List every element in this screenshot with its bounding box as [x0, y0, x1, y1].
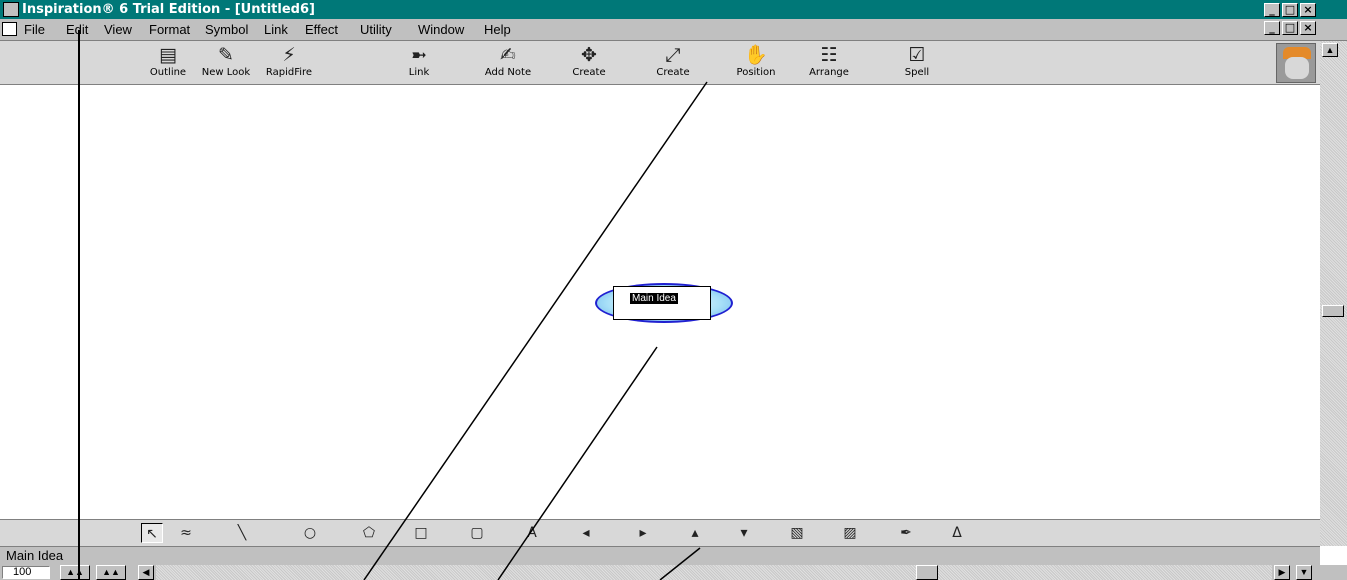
create-button[interactable]: ✥ Create — [557, 43, 621, 85]
add-down-icon[interactable]: ▾ — [733, 523, 755, 543]
effect-brush-icon[interactable]: ✒ — [895, 523, 917, 543]
status-bar: Main Idea — [0, 546, 1320, 565]
outline-icon: ▤ — [159, 44, 177, 66]
outline-button[interactable]: ▤ Outline — [136, 43, 200, 85]
oval-tool-icon[interactable]: ○ — [299, 523, 321, 543]
vertical-scroll-thumb[interactable] — [1322, 305, 1344, 317]
doc-close-button[interactable]: × — [1300, 21, 1316, 35]
rapidfire-icon: ⚡ — [282, 44, 296, 66]
link-icon: ➼ — [411, 44, 427, 66]
menu-format[interactable]: Format — [149, 22, 190, 37]
status-text: Main Idea — [6, 548, 64, 563]
position-button[interactable]: ✋ Position — [724, 43, 788, 85]
zoom-out-icon[interactable]: ▲▲ — [60, 565, 90, 580]
doc-minimize-button[interactable]: _ — [1264, 21, 1280, 35]
scroll-menu-icon[interactable]: ▼ — [1296, 565, 1312, 580]
position-hand-icon: ✋ — [744, 44, 768, 66]
document-controls: _ □ × — [1264, 21, 1316, 35]
horizontal-scroll-thumb[interactable] — [916, 565, 938, 580]
zoom-in-icon[interactable]: ▲▲ — [96, 565, 126, 580]
document-icon[interactable] — [2, 22, 17, 36]
scroll-up-icon[interactable]: ▲ — [1322, 43, 1338, 57]
main-toolbar: ▤ Outline ✎ New Look ⚡ RapidFire ➼ Link … — [0, 41, 1320, 85]
add-up-icon[interactable]: ▴ — [684, 523, 706, 543]
line-tool-icon[interactable]: ╲ — [231, 523, 253, 543]
mascot-face — [1285, 57, 1309, 79]
create-expand-icon: ⤢ — [665, 44, 681, 66]
window-title: Inspiration® 6 Trial Edition - [Untitled… — [22, 2, 315, 17]
zoom-field[interactable]: 100 — [2, 566, 50, 579]
menu-window[interactable]: Window — [418, 22, 464, 37]
add-note-icon: ✍ — [500, 44, 516, 66]
scroll-right-icon[interactable]: ▶ — [1274, 565, 1290, 580]
create-move-icon: ✥ — [581, 44, 597, 66]
menu-bar: File Edit View Format Symbol Link Effect… — [0, 19, 1347, 41]
menu-help[interactable]: Help — [484, 22, 511, 37]
menu-file[interactable]: File — [24, 22, 45, 37]
arrange-icon: ☷ — [820, 44, 838, 66]
maximize-button[interactable]: □ — [1282, 3, 1298, 17]
text-tool-icon[interactable]: A — [521, 523, 543, 543]
menu-effect[interactable]: Effect — [305, 22, 338, 37]
note-tool-icon[interactable]: ▧ — [786, 523, 808, 543]
rectangle-tool-icon[interactable]: □ — [410, 523, 432, 543]
rapidfire-button[interactable]: ⚡ RapidFire — [257, 43, 321, 85]
horizontal-scrollbar: 100 ▲▲ ▲▲ ◀ ▶ ▼ — [0, 565, 1347, 580]
drawing-toolbar: ↖ ≈ ╲ ○ ⬠ □ ▢ A ◂ ▸ ▴ ▾ ▧ ▨ ✒ Δ — [0, 519, 1320, 546]
title-bar: Inspiration® 6 Trial Edition - [Untitled… — [0, 0, 1347, 19]
node-label[interactable]: Main Idea — [630, 293, 678, 304]
spell-check-icon: ☑ — [908, 44, 926, 66]
horizontal-scroll-track[interactable] — [156, 565, 1272, 580]
menu-symbol[interactable]: Symbol — [205, 22, 248, 37]
font-tool-icon[interactable]: Δ — [946, 523, 968, 543]
window-controls: _ □ × — [1264, 3, 1316, 17]
link-button[interactable]: ➼ Link — [387, 43, 451, 85]
menu-utility[interactable]: Utility — [360, 22, 392, 37]
menu-view[interactable]: View — [104, 22, 132, 37]
arrange-button[interactable]: ☷ Arrange — [797, 43, 861, 85]
doc-maximize-button[interactable]: □ — [1282, 21, 1298, 35]
minimize-button[interactable]: _ — [1264, 3, 1280, 17]
close-button[interactable]: × — [1300, 3, 1316, 17]
add-right-icon[interactable]: ▸ — [632, 523, 654, 543]
vertical-scrollbar[interactable]: ▲ — [1320, 41, 1347, 546]
new-look-button[interactable]: ✎ New Look — [194, 43, 258, 85]
scroll-left-icon[interactable]: ◀ — [138, 565, 154, 580]
polygon-tool-icon[interactable]: ⬠ — [358, 523, 380, 543]
menu-link[interactable]: Link — [264, 22, 288, 37]
new-look-icon: ✎ — [218, 44, 234, 66]
mascot-icon[interactable] — [1276, 43, 1316, 83]
spell-button[interactable]: ☑ Spell — [885, 43, 949, 85]
main-idea-node[interactable]: Main Idea — [595, 283, 739, 329]
create-expand-button[interactable]: ⤢ Create — [641, 43, 705, 85]
add-left-icon[interactable]: ◂ — [575, 523, 597, 543]
menu-edit[interactable]: Edit — [66, 22, 88, 37]
app-icon[interactable] — [3, 2, 19, 17]
link-tool-icon[interactable]: ≈ — [175, 523, 197, 543]
pointer-tool-icon[interactable]: ↖ — [141, 523, 163, 543]
node-text-box[interactable]: Main Idea — [613, 286, 711, 320]
edit-note-icon[interactable]: ▨ — [839, 523, 861, 543]
add-note-button[interactable]: ✍ Add Note — [476, 43, 540, 85]
rounded-rect-tool-icon[interactable]: ▢ — [466, 523, 488, 543]
